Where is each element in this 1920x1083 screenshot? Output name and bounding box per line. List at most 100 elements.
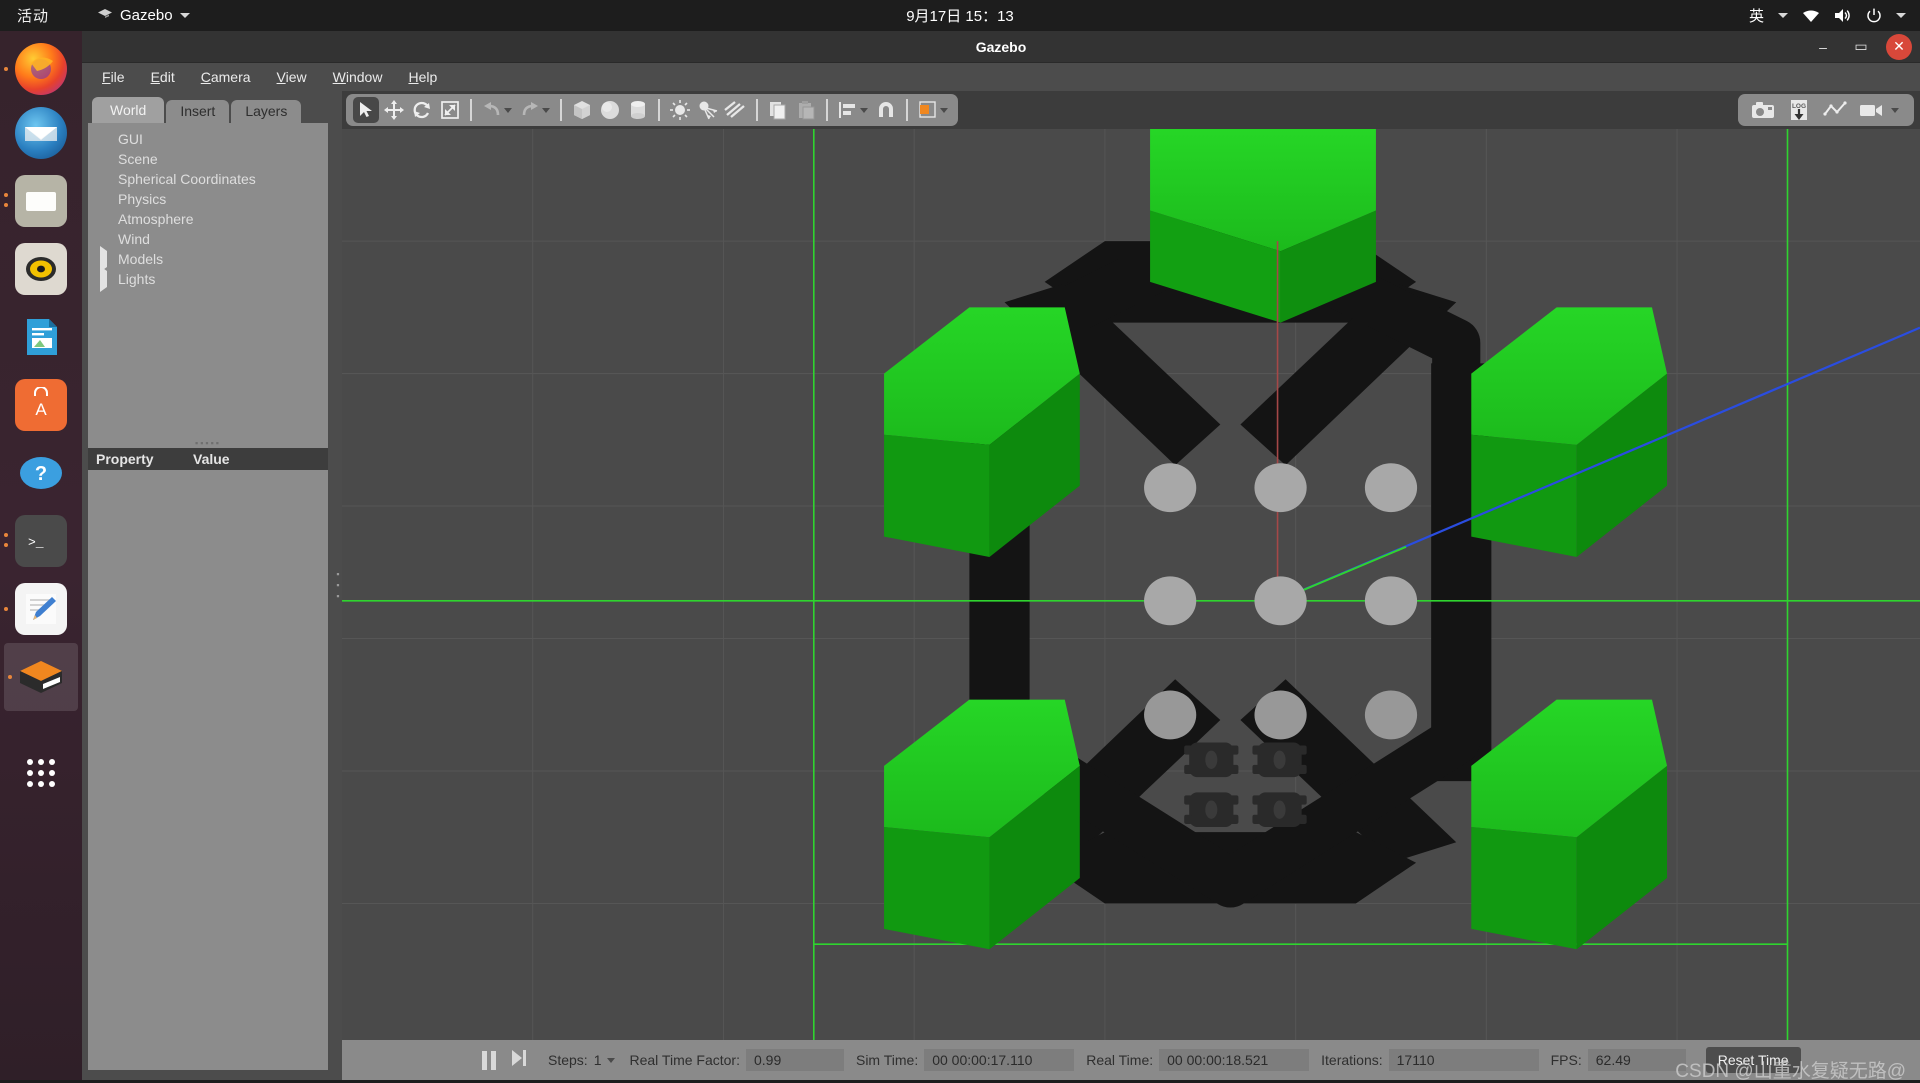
paste-icon[interactable] <box>793 97 819 123</box>
tab-layers[interactable]: Layers <box>231 100 301 123</box>
property-table-body[interactable] <box>88 470 328 1070</box>
dock-item-rhythmbox[interactable] <box>0 235 82 303</box>
gazebo-icon <box>15 651 67 703</box>
tab-world[interactable]: World <box>92 97 164 123</box>
video-dropdown-icon[interactable] <box>1891 108 1899 113</box>
dock-item-files[interactable] <box>0 167 82 235</box>
tree-item-gui[interactable]: GUI <box>88 129 328 149</box>
undo-icon[interactable] <box>479 97 505 123</box>
plot-icon[interactable] <box>1822 97 1848 123</box>
scale-mode-icon[interactable] <box>437 97 463 123</box>
tree-item-spherical-coordinates[interactable]: Spherical Coordinates <box>88 169 328 189</box>
wifi-icon[interactable] <box>1802 9 1820 23</box>
menu-help[interactable]: Help <box>398 66 447 88</box>
close-button[interactable]: ✕ <box>1886 34 1912 60</box>
tree-item-lights[interactable]: Lights <box>88 269 328 289</box>
vertical-splitter[interactable]: ▪▪▪ <box>334 91 342 1080</box>
input-method-indicator[interactable]: 英 <box>1749 5 1764 26</box>
gazebo-3d-viewport[interactable] <box>342 129 1920 1040</box>
steps-value[interactable]: 1 <box>594 1052 602 1068</box>
clock[interactable]: 9月17日 15：13 <box>906 5 1014 26</box>
screenshot-camera-icon[interactable] <box>1750 97 1776 123</box>
directional-light-icon[interactable] <box>723 97 749 123</box>
step-forward-icon[interactable] <box>510 1048 528 1073</box>
ubuntu-dock: A ? >_ <box>0 31 82 1080</box>
window-controls: – ▭ ✕ <box>1810 34 1912 60</box>
minimize-button[interactable]: – <box>1810 34 1836 60</box>
app-menu[interactable]: Gazebo <box>97 6 190 25</box>
running-indicator <box>4 533 8 537</box>
steps-dropdown-icon[interactable] <box>607 1058 615 1063</box>
view-mode-icon[interactable] <box>915 97 941 123</box>
select-mode-icon[interactable] <box>353 97 379 123</box>
running-indicator-2 <box>4 543 8 547</box>
robot-3 <box>1184 792 1238 827</box>
menu-window[interactable]: Window <box>323 66 393 88</box>
menu-file[interactable]: File <box>92 66 135 88</box>
log-download-icon[interactable]: LOG <box>1786 97 1812 123</box>
menu-edit[interactable]: Edit <box>141 66 185 88</box>
csdn-watermark: CSDN @山重水复疑无路@ <box>1675 1056 1906 1083</box>
thunderbird-icon <box>15 107 67 159</box>
input-method-chevron-down-icon[interactable] <box>1778 13 1788 18</box>
window-body: World Insert Layers GUI Scene Spherical … <box>82 91 1920 1080</box>
menu-camera[interactable]: Camera <box>191 66 261 88</box>
dock-item-gazebo[interactable] <box>4 643 78 711</box>
tree-item-wind[interactable]: Wind <box>88 229 328 249</box>
redo-icon[interactable] <box>517 97 543 123</box>
dock-item-thunderbird[interactable] <box>0 99 82 167</box>
power-icon[interactable] <box>1866 8 1882 24</box>
volume-icon[interactable] <box>1834 8 1852 23</box>
rotate-mode-icon[interactable] <box>409 97 435 123</box>
world-tree[interactable]: GUI Scene Spherical Coordinates Physics … <box>88 123 328 438</box>
dock-item-help[interactable]: ? <box>0 439 82 507</box>
system-tray[interactable]: 英 <box>1749 5 1906 26</box>
maximize-button[interactable]: ▭ <box>1848 34 1874 60</box>
dock-item-terminal[interactable]: >_ <box>0 507 82 575</box>
tree-item-physics[interactable]: Physics <box>88 189 328 209</box>
tree-item-label: GUI <box>114 131 143 147</box>
redo-history-dropdown-icon[interactable] <box>542 108 550 113</box>
undo-history-dropdown-icon[interactable] <box>504 108 512 113</box>
view-mode-dropdown-icon[interactable] <box>940 108 948 113</box>
dock-item-text-editor[interactable] <box>0 575 82 643</box>
tree-item-models[interactable]: Models <box>88 249 328 269</box>
panel-splitter[interactable]: ▪▪▪▪▪ <box>88 438 328 448</box>
tree-item-atmosphere[interactable]: Atmosphere <box>88 209 328 229</box>
tree-item-scene[interactable]: Scene <box>88 149 328 169</box>
svg-text:>_: >_ <box>28 535 44 550</box>
align-dropdown-icon[interactable] <box>860 108 868 113</box>
activities-button[interactable]: 活动 <box>17 5 49 26</box>
point-light-icon[interactable] <box>667 97 693 123</box>
toolbar-separator-2 <box>560 99 562 121</box>
cylinder-1 <box>1144 463 1196 512</box>
video-record-icon[interactable] <box>1858 97 1884 123</box>
align-icon[interactable] <box>835 97 861 123</box>
toolbar-separator-5 <box>826 99 828 121</box>
snap-icon[interactable] <box>873 97 899 123</box>
scene-render[interactable] <box>342 129 1920 1040</box>
simulation-status-bar: Steps: 1 Real Time Factor: 0.99 Sim Time… <box>342 1040 1920 1080</box>
firefox-icon <box>15 43 67 95</box>
dock-item-libreoffice-writer[interactable] <box>0 303 82 371</box>
iterations-label: Iterations: <box>1321 1052 1382 1068</box>
insert-box-icon[interactable] <box>569 97 595 123</box>
pause-icon[interactable] <box>482 1051 496 1070</box>
sim-time-label: Sim Time: <box>856 1052 918 1068</box>
expand-arrow-icon[interactable] <box>100 271 114 287</box>
dock-item-ubuntu-software[interactable]: A <box>0 371 82 439</box>
show-applications-button[interactable] <box>0 739 82 807</box>
tree-item-label: Atmosphere <box>114 211 193 227</box>
menu-view[interactable]: View <box>267 66 317 88</box>
spot-light-icon[interactable] <box>695 97 721 123</box>
insert-sphere-icon[interactable] <box>597 97 623 123</box>
tab-insert[interactable]: Insert <box>166 100 229 123</box>
copy-icon[interactable] <box>765 97 791 123</box>
insert-cylinder-icon[interactable] <box>625 97 651 123</box>
system-menu-chevron-down-icon[interactable] <box>1896 13 1906 18</box>
property-table-header: Property Value <box>88 448 328 470</box>
real-time-factor-value: 0.99 <box>746 1049 844 1071</box>
expand-arrow-icon[interactable] <box>100 251 114 267</box>
dock-item-firefox[interactable] <box>0 35 82 103</box>
translate-mode-icon[interactable] <box>381 97 407 123</box>
